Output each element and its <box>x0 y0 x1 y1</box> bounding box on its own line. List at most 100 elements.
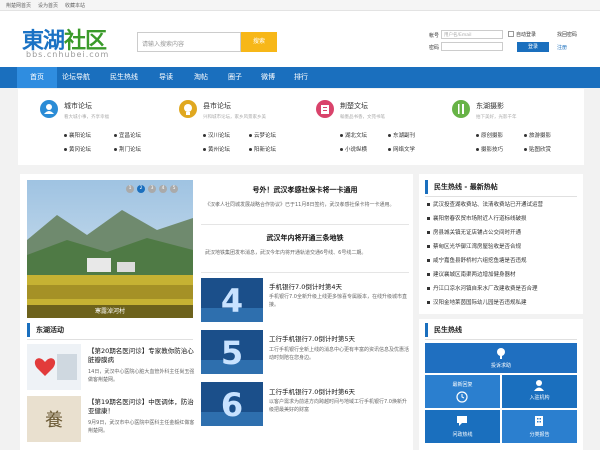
hotline-item[interactable]: 咸宁嘉鱼县舒桥村六组挖鱼塘是否违规 <box>427 256 527 264</box>
account-input[interactable]: 用户名/Email <box>441 30 503 39</box>
category-link[interactable]: 云梦论坛 <box>249 131 276 139</box>
category-link[interactable]: 黄冈论坛 <box>64 145 91 153</box>
east-activity-title[interactable]: 【第19期名医问诊】中医调体，防治亚健康！ <box>88 398 198 416</box>
category-link[interactable]: 荆门论坛 <box>114 145 141 153</box>
category-subtitle: 拍下美好，光影千年 <box>476 115 517 120</box>
nav-hotline[interactable]: 民生热线 <box>104 67 144 88</box>
complaint-button[interactable]: 投诉求助 <box>425 343 577 373</box>
photo-slider[interactable]: 寒露淖河村 <box>27 180 193 318</box>
category-panel: 城市论坛 看大城小事，齐享幸福 襄阳论坛 宜昌论坛 黄冈论坛 荆门论坛 县市论坛… <box>18 89 584 165</box>
latest-reply-button[interactable]: 最新回复 <box>425 375 500 408</box>
category-link[interactable]: 东湖副刊 <box>388 131 415 139</box>
search-button[interactable]: 搜索 <box>241 32 277 52</box>
slider-dot[interactable]: 4 <box>159 185 167 193</box>
category-title[interactable]: 荆楚文坛 <box>340 101 368 111</box>
category-photography: 东湖摄影 拍下美好，光影千年 原创摄影 旅游摄影 摄影技巧 贴图欣赏 <box>446 89 576 165</box>
slide-caption: 寒露淖河村 <box>27 305 193 318</box>
bookmark-link[interactable]: 收藏本站 <box>65 2 85 9</box>
bank-promo-image[interactable]: 6 <box>201 382 263 426</box>
category-subtitle: 看大城小事，齐享幸福 <box>64 115 109 120</box>
bank-item-title[interactable]: 工行手机银行7.0倒计时第5天 <box>269 333 355 343</box>
hotline-item[interactable]: 房县城关镇无证店铺占公交间时开通 <box>427 228 521 236</box>
category-link[interactable]: 小说纵横 <box>340 145 367 153</box>
hotline-item[interactable]: 蔡甸区光华御江湾房屋验收是否合规 <box>427 242 521 250</box>
bank-promo-image[interactable]: 4 <box>201 278 263 322</box>
category-link[interactable]: 原创摄影 <box>476 131 503 139</box>
nav-ranking[interactable]: 排行 <box>281 67 321 88</box>
image-glyph: 養 <box>45 410 63 431</box>
category-link[interactable]: 贴图欣赏 <box>524 145 551 153</box>
nav-home[interactable]: 首页 <box>17 67 57 88</box>
promo-digit: 5 <box>221 334 243 372</box>
register-link[interactable]: 注册 <box>557 44 567 51</box>
category-title[interactable]: 县市论坛 <box>203 101 231 111</box>
hotline-button[interactable]: 问政热线 <box>425 410 500 443</box>
pin-icon <box>497 348 505 359</box>
slider-dot[interactable]: 5 <box>170 185 178 193</box>
category-link[interactable]: 阳新论坛 <box>249 145 276 153</box>
headline-title[interactable]: 号外！武汉孝感社保卡将一卡通用 <box>201 185 409 195</box>
hotline-item[interactable]: 建议襄城区南渠两边增加健身器材 <box>427 270 516 278</box>
auto-login-checkbox[interactable] <box>508 31 514 37</box>
bank-promo-image[interactable]: 5 <box>201 330 263 374</box>
logo[interactable]: 東湖社区 bbs.cnhubei.com <box>22 23 122 63</box>
slider-dot[interactable]: 3 <box>148 185 156 193</box>
divider <box>425 339 577 340</box>
hotline-item[interactable]: 襄阳常春农贸市场附近人行道标线破损 <box>427 214 527 222</box>
divider <box>425 196 577 197</box>
institutions-button[interactable]: 入驻机构 <box>502 375 577 408</box>
landscape-image <box>27 180 193 318</box>
divider <box>27 339 193 340</box>
hotline-item[interactable]: 丹江口凉水河镇自来水厂改建收费是否合理 <box>427 284 538 292</box>
east-activity-heading: 东湖活动 <box>27 323 193 337</box>
category-city-forum: 城市论坛 看大城小事，齐享幸福 襄阳论坛 宜昌论坛 黄冈论坛 荆门论坛 <box>34 89 164 165</box>
hotline-item[interactable]: 武汉投查湖收费站、法清收费站已开通试运营 <box>427 200 543 208</box>
password-label: 密码 <box>429 45 440 51</box>
headline-body: 武汉地铁集团发布消息，武汉今年内将开通轨道交通6号线、6号线二期。 <box>205 250 367 256</box>
category-title[interactable]: 城市论坛 <box>64 101 92 111</box>
login-button[interactable]: 登录 <box>517 42 549 52</box>
bulb-icon <box>179 100 197 118</box>
hotline-item[interactable]: 汉阳金地莱茵国际幼儿园是否违规私建 <box>427 298 527 306</box>
bank-item-title[interactable]: 手机银行7.0倒计时第4天 <box>269 281 342 291</box>
category-link[interactable]: 汉川论坛 <box>203 131 230 139</box>
nav-guide[interactable]: 导读 <box>146 67 186 88</box>
category-link[interactable]: 黄州论坛 <box>203 145 230 153</box>
category-link[interactable]: 湖北文坛 <box>340 131 367 139</box>
divider <box>201 272 409 273</box>
bank-item-body: 以客户需求为前进方向跨越时间与地域工行手机银行7.0焕新升级把最美好的财富 <box>269 399 407 413</box>
category-link[interactable]: 摄影技巧 <box>476 145 503 153</box>
password-input[interactable] <box>441 42 503 51</box>
find-password-link[interactable]: 找回密码 <box>557 31 577 38</box>
east-activity-image[interactable] <box>27 344 81 390</box>
set-home-link[interactable]: 设为首页 <box>38 2 58 9</box>
search-input[interactable]: 请输入搜索内容 <box>137 32 241 52</box>
building-icon <box>535 416 543 426</box>
header: 東湖社区 bbs.cnhubei.com 请输入搜索内容 搜索 帐号 用户名/E… <box>0 11 600 68</box>
east-activity-title[interactable]: 【第20期名医问诊】专家教你防治心脏瓣膜病 <box>88 347 198 365</box>
logo-domain: bbs.cnhubei.com <box>26 50 110 59</box>
category-link[interactable]: 网络文学 <box>388 145 415 153</box>
hotline-panel: 民生热线 - 最新热帖 武汉投查湖收费站、法清收费站已开通试运营 襄阳常春农贸市… <box>419 174 583 314</box>
category-subtitle: 兴和城市论坛，家乡风景家乡美 <box>203 115 266 120</box>
category-link[interactable]: 旅游摄影 <box>524 131 551 139</box>
east-activity-image[interactable]: 養 <box>27 396 81 442</box>
category-title[interactable]: 东湖摄影 <box>476 101 504 111</box>
book-icon <box>316 100 334 118</box>
bank-item-title[interactable]: 工行手机银行7.0倒计时第6天 <box>269 386 355 396</box>
slider-dot[interactable]: 2 <box>137 185 145 193</box>
home-link[interactable]: 荆楚网首页 <box>6 2 31 9</box>
services-heading: 民生热线 <box>425 323 575 337</box>
promo-digit: 6 <box>221 386 243 424</box>
fork-knife-icon <box>452 100 470 118</box>
headline-title[interactable]: 武汉年内将开通三条地铁 <box>201 233 409 243</box>
east-activity-body: 14日，武汉中心医院心脏大血管外科主任尚玉强做客荆楚网。 <box>88 369 195 383</box>
chat-icon <box>457 416 467 426</box>
nav-forum-guide[interactable]: 论坛导航 <box>56 67 96 88</box>
promo-digit: 4 <box>221 282 243 320</box>
category-link[interactable]: 襄阳论坛 <box>64 131 91 139</box>
category-link[interactable]: 宜昌论坛 <box>114 131 141 139</box>
category-report-button[interactable]: 分类报告 <box>502 410 577 443</box>
hotline-heading: 民生热线 - 最新热帖 <box>425 180 575 194</box>
slider-dot[interactable]: 1 <box>126 185 134 193</box>
